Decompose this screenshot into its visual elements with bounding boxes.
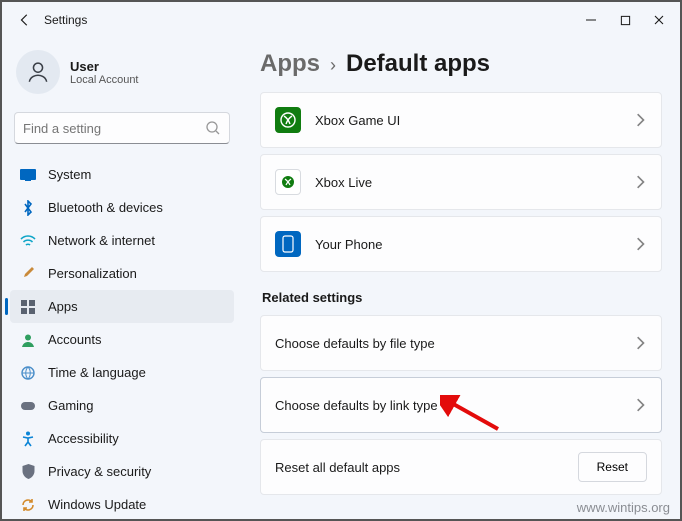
- back-button[interactable]: [16, 11, 34, 29]
- xbox-icon: [275, 107, 301, 133]
- breadcrumb: Apps › Default apps: [260, 44, 662, 92]
- phone-icon: [275, 231, 301, 257]
- search-icon: [205, 120, 221, 136]
- nav-item-network[interactable]: Network & internet: [10, 224, 234, 257]
- search-box[interactable]: [14, 112, 230, 144]
- nav-item-accounts[interactable]: Accounts: [10, 323, 234, 356]
- nav-label: Apps: [48, 299, 78, 314]
- breadcrumb-parent[interactable]: Apps: [260, 50, 320, 78]
- nav-label: Bluetooth & devices: [48, 200, 163, 215]
- nav-item-personalization[interactable]: Personalization: [10, 257, 234, 290]
- nav-label: Accessibility: [48, 431, 119, 446]
- choose-defaults-link-type[interactable]: Choose defaults by link type: [260, 377, 662, 433]
- avatar: [16, 50, 60, 94]
- chevron-right-icon: ›: [330, 55, 336, 76]
- shield-icon: [20, 464, 36, 480]
- reset-button[interactable]: Reset: [578, 452, 647, 482]
- app-row-xbox-game-ui[interactable]: Xbox Game UI: [260, 92, 662, 148]
- account-icon: [20, 332, 36, 348]
- nav-item-privacy[interactable]: Privacy & security: [10, 455, 234, 488]
- xbox-live-icon: [275, 169, 301, 195]
- choose-defaults-file-type[interactable]: Choose defaults by file type: [260, 315, 662, 371]
- update-icon: [20, 497, 36, 513]
- related-label: Choose defaults by file type: [275, 336, 633, 351]
- arrow-left-icon: [18, 13, 32, 27]
- titlebar: Settings: [2, 2, 680, 38]
- app-row-xbox-live[interactable]: Xbox Live: [260, 154, 662, 210]
- nav-label: Time & language: [48, 365, 146, 380]
- main-panel: Apps › Default apps Xbox Game UI Xbox Li…: [242, 38, 680, 519]
- nav-item-apps[interactable]: Apps: [10, 290, 234, 323]
- nav-label: Personalization: [48, 266, 137, 281]
- chevron-right-icon: [633, 113, 647, 127]
- accessibility-icon: [20, 431, 36, 447]
- user-sub: Local Account: [70, 74, 139, 86]
- display-icon: [20, 167, 36, 183]
- nav-label: Gaming: [48, 398, 94, 413]
- chevron-right-icon: [633, 398, 647, 412]
- nav-item-bluetooth[interactable]: Bluetooth & devices: [10, 191, 234, 224]
- maximize-button[interactable]: [618, 13, 632, 27]
- nav-item-time[interactable]: Time & language: [10, 356, 234, 389]
- nav-item-gaming[interactable]: Gaming: [10, 389, 234, 422]
- user-name: User: [70, 59, 139, 74]
- user-icon: [25, 59, 51, 85]
- globe-icon: [20, 365, 36, 381]
- nav-label: System: [48, 167, 91, 182]
- chevron-right-icon: [633, 175, 647, 189]
- app-label: Your Phone: [315, 237, 633, 252]
- reset-label: Reset all default apps: [275, 460, 578, 475]
- nav-label: Windows Update: [48, 497, 146, 512]
- app-label: Xbox Live: [315, 175, 633, 190]
- bluetooth-icon: [20, 200, 36, 216]
- window-controls: [584, 13, 674, 27]
- nav-list: System Bluetooth & devices Network & int…: [10, 158, 234, 521]
- related-label: Choose defaults by link type: [275, 398, 633, 413]
- app-label: Xbox Game UI: [315, 113, 633, 128]
- app-row-your-phone[interactable]: Your Phone: [260, 216, 662, 272]
- watermark: www.wintips.org: [577, 500, 670, 515]
- minimize-button[interactable]: [584, 13, 598, 27]
- page-title: Default apps: [346, 50, 490, 78]
- window-title: Settings: [44, 13, 87, 27]
- chevron-right-icon: [633, 336, 647, 350]
- nav-label: Network & internet: [48, 233, 155, 248]
- brush-icon: [20, 266, 36, 282]
- chevron-right-icon: [633, 237, 647, 251]
- nav-label: Accounts: [48, 332, 101, 347]
- user-block[interactable]: User Local Account: [10, 42, 234, 108]
- nav-item-accessibility[interactable]: Accessibility: [10, 422, 234, 455]
- sidebar: User Local Account System Bluetooth & de…: [2, 38, 242, 519]
- apps-icon: [20, 299, 36, 315]
- gaming-icon: [20, 398, 36, 414]
- close-button[interactable]: [652, 13, 666, 27]
- nav-item-system[interactable]: System: [10, 158, 234, 191]
- wifi-icon: [20, 233, 36, 249]
- nav-label: Privacy & security: [48, 464, 151, 479]
- nav-item-update[interactable]: Windows Update: [10, 488, 234, 521]
- reset-defaults-row: Reset all default apps Reset: [260, 439, 662, 495]
- search-input[interactable]: [23, 121, 205, 136]
- related-settings-title: Related settings: [262, 290, 662, 305]
